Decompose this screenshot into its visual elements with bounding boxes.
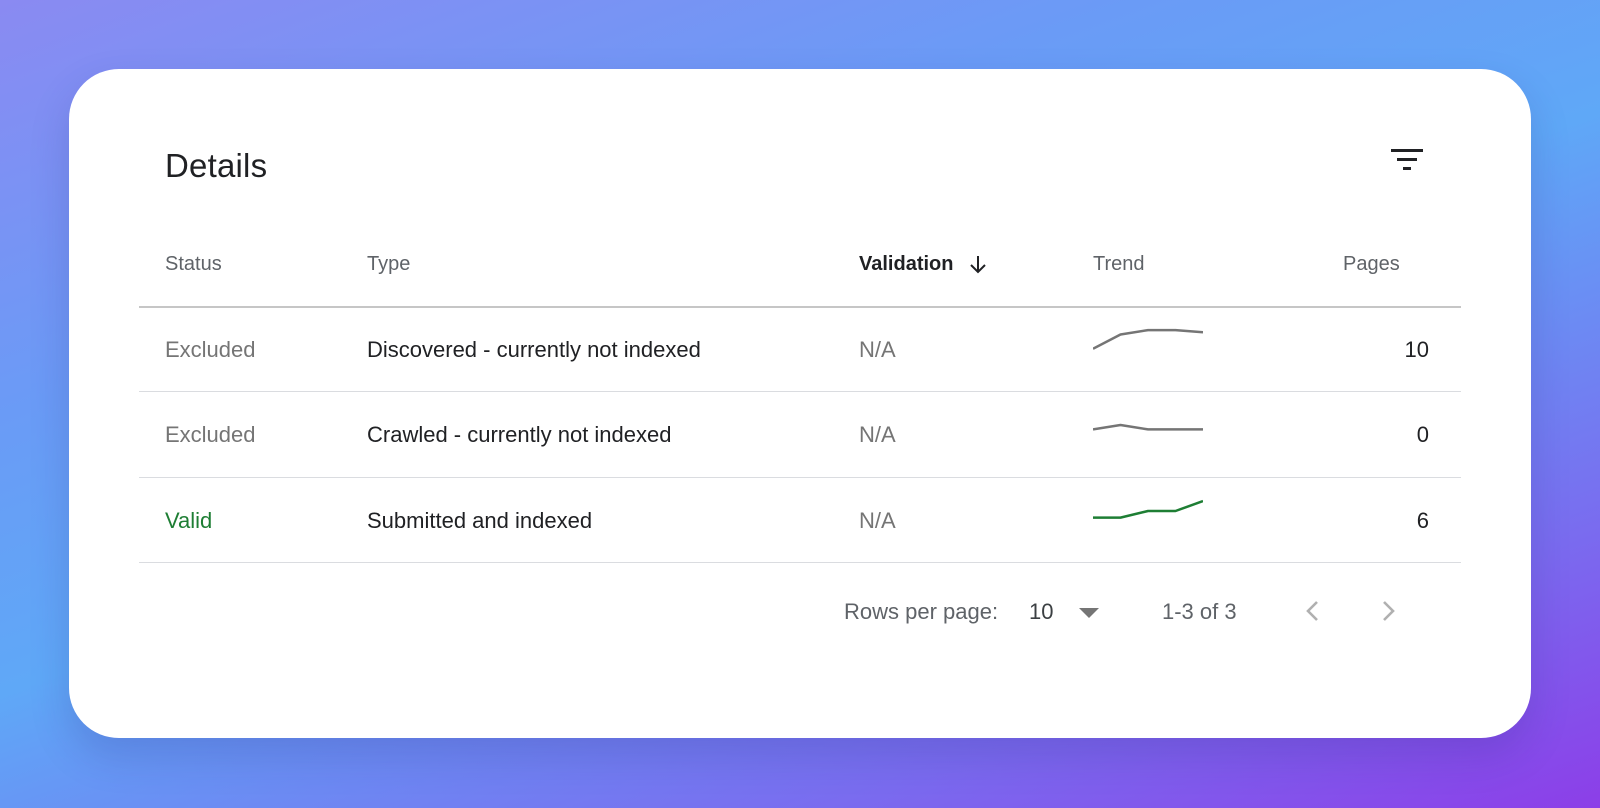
- column-header-validation-label: Validation: [859, 253, 954, 275]
- table-row[interactable]: Excluded Discovered - currently not inde…: [139, 307, 1461, 393]
- row-divider: [139, 562, 1461, 563]
- table-row[interactable]: Excluded Crawled - currently not indexed…: [139, 392, 1461, 478]
- type-cell: Submitted and indexed: [367, 508, 593, 533]
- chevron-left-icon: [1306, 601, 1318, 621]
- chevron-right-icon: [1383, 601, 1395, 621]
- trend-line: [1093, 499, 1203, 519]
- previous-page-button[interactable]: [1293, 591, 1333, 631]
- trend-cell: [1093, 307, 1203, 393]
- column-header-pages[interactable]: Pages: [1343, 249, 1400, 279]
- caret-down-icon: [1079, 608, 1099, 618]
- column-header-validation[interactable]: Validation: [859, 249, 989, 279]
- column-header-type[interactable]: Type: [367, 249, 410, 279]
- column-header-status[interactable]: Status: [165, 249, 222, 279]
- trend-line: [1093, 423, 1203, 431]
- trend-cell: [1093, 392, 1203, 478]
- trend-sparkline: [1093, 328, 1203, 350]
- pages-cell: 0: [1416, 422, 1429, 447]
- pages-cell: 10: [1404, 337, 1429, 362]
- rows-per-page-value: 10: [1029, 599, 1054, 624]
- status-cell: Valid: [165, 508, 213, 533]
- table-row[interactable]: Valid Submitted and indexed N/A 6: [139, 478, 1461, 564]
- trend-sparkline: [1093, 423, 1203, 431]
- type-cell: Crawled - currently not indexed: [367, 422, 672, 447]
- pagination-range: 1-3 of 3: [1162, 599, 1237, 624]
- type-cell: Discovered - currently not indexed: [367, 337, 701, 362]
- pages-cell: 6: [1416, 508, 1429, 533]
- details-card: Details Status Type Validation Trend Pag…: [69, 69, 1531, 738]
- validation-cell: N/A: [859, 508, 896, 533]
- status-cell: Excluded: [165, 422, 256, 447]
- arrow-down-icon: [970, 256, 987, 274]
- filter-button[interactable]: [1387, 143, 1427, 183]
- validation-cell: N/A: [859, 422, 896, 447]
- card-title: Details: [165, 147, 268, 184]
- rows-per-page-label: Rows per page:: [844, 599, 999, 624]
- rows-per-page-select[interactable]: 10: [1029, 594, 1141, 630]
- trend-cell: [1093, 478, 1203, 564]
- trend-sparkline: [1093, 499, 1203, 519]
- status-cell: Excluded: [165, 337, 256, 362]
- next-page-button[interactable]: [1368, 591, 1408, 631]
- validation-cell: N/A: [859, 337, 896, 362]
- trend-line: [1093, 328, 1203, 350]
- filter-icon: [1391, 149, 1423, 170]
- column-header-trend[interactable]: Trend: [1093, 249, 1145, 279]
